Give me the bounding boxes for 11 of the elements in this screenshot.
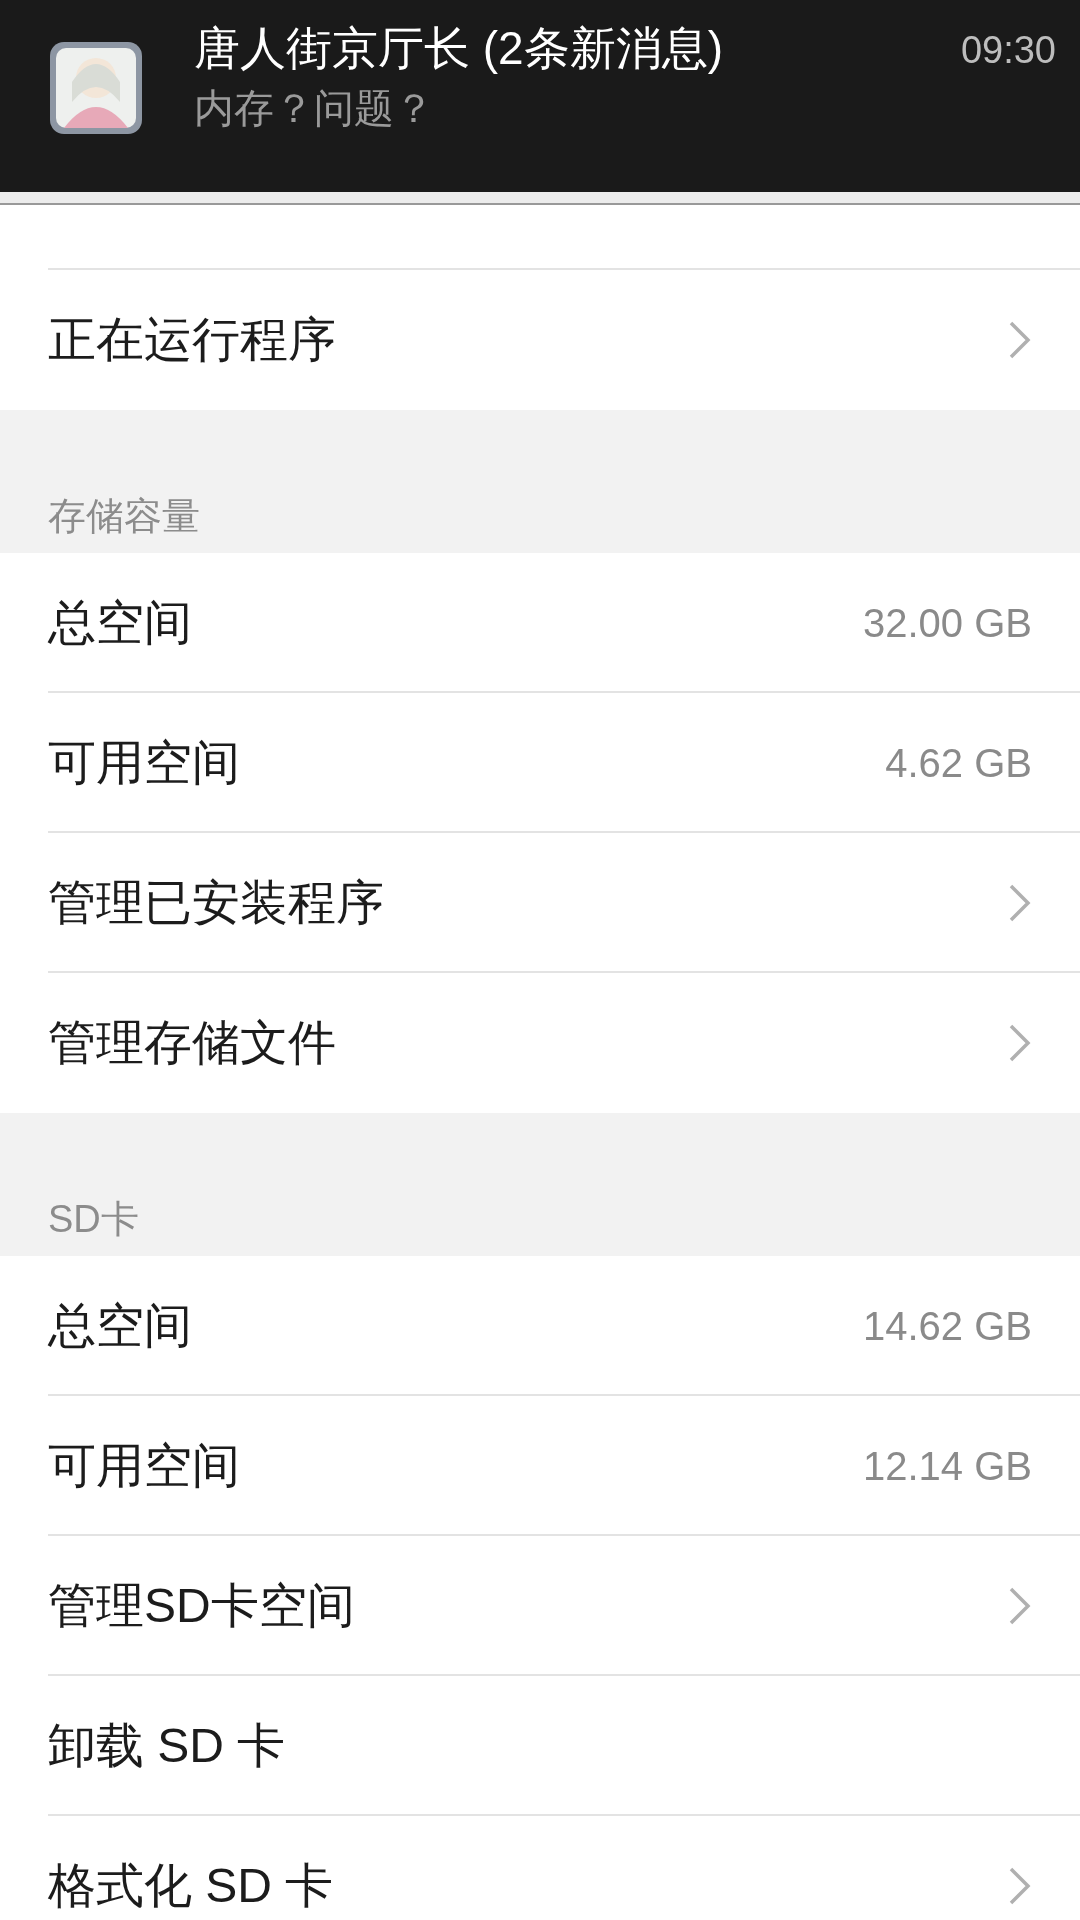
notification-message: 内存？问题？ — [194, 85, 434, 132]
chevron-right-icon — [1008, 883, 1032, 923]
notification-title: 唐人街京厅长 (2条新消息) — [194, 21, 723, 76]
chevron-right-icon — [1008, 1586, 1032, 1626]
chevron-right-icon — [1008, 320, 1032, 360]
chevron-right-icon — [1008, 1023, 1032, 1063]
chevron-right-icon — [1008, 1866, 1032, 1906]
section-header: SD卡 — [48, 1197, 139, 1242]
notification-time: 09:30 — [960, 28, 1056, 73]
section-header: 存储容量 — [48, 494, 200, 539]
avatar-icon — [50, 42, 142, 134]
